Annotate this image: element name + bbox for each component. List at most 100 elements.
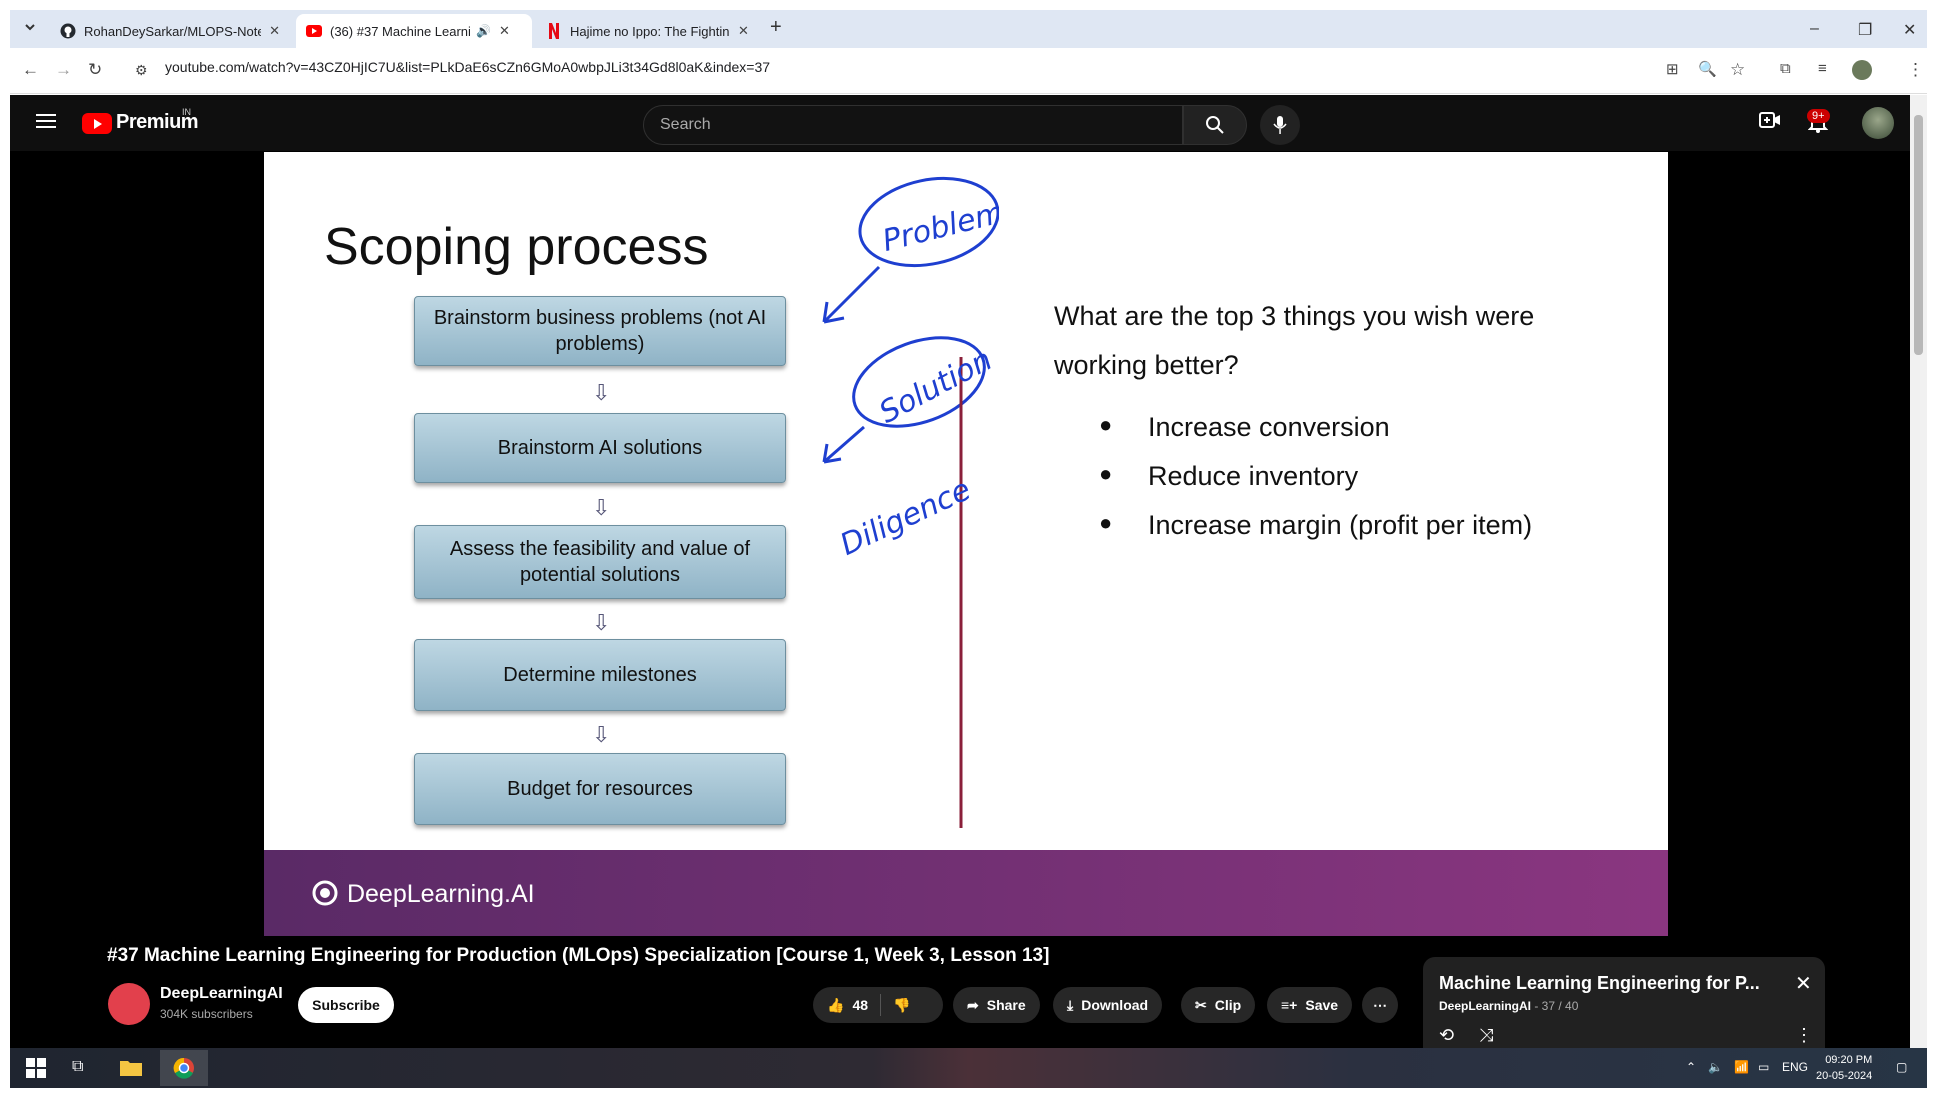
bullet-item: Reduce inventory — [1099, 461, 1532, 510]
tab-github[interactable]: RohanDeySarkar/MLOPS-Notes ✕ — [50, 14, 290, 48]
youtube-icon — [306, 23, 322, 39]
language-indicator[interactable]: ENG — [1782, 1060, 1808, 1074]
clip-label: Clip — [1214, 997, 1242, 1013]
navigation-bar: ← → ↻ ⚙ youtube.com/watch?v=43CZ0HjIC7U&… — [10, 48, 1927, 94]
windows-start-icon[interactable] — [26, 1058, 46, 1083]
hamburger-menu-icon[interactable] — [36, 113, 56, 134]
create-video-icon[interactable] — [1759, 111, 1781, 134]
slide-bullet-list: Increase conversion Reduce inventory Inc… — [1099, 412, 1532, 559]
save-label: Save — [1305, 997, 1339, 1013]
tab-title: (36) #37 Machine Learning — [330, 23, 470, 39]
like-count: 48 — [852, 997, 869, 1013]
down-arrow-icon: ⇩ — [592, 495, 611, 520]
close-icon[interactable]: ✕ — [738, 23, 749, 39]
close-icon[interactable]: ✕ — [269, 23, 280, 39]
like-dislike-button[interactable]: 👍 48 👎 — [813, 987, 943, 1023]
channel-name[interactable]: DeepLearningAI — [160, 985, 283, 1003]
down-arrow-icon: ⇩ — [592, 722, 611, 747]
account-avatar[interactable] — [1862, 107, 1894, 139]
notification-badge: 9+ — [1807, 109, 1830, 123]
annotation-diligence: Diligence — [835, 472, 976, 563]
window-close-icon[interactable]: ✕ — [1903, 20, 1916, 40]
new-tab-icon[interactable]: + — [770, 16, 782, 39]
playlist-channel[interactable]: DeepLearningAI — [1439, 999, 1531, 1013]
thumbs-down-icon[interactable]: 👎 — [893, 997, 910, 1014]
download-icon: ⤓ — [1067, 996, 1074, 1013]
notification-center-icon[interactable]: ▢ — [1896, 1060, 1907, 1074]
voice-search-button[interactable] — [1260, 105, 1300, 145]
share-label: Share — [986, 997, 1026, 1013]
video-player[interactable]: Scoping process Brainstorm business prob… — [264, 152, 1668, 936]
bookmark-star-icon[interactable]: ☆ — [1730, 60, 1745, 80]
tab-search-icon[interactable] — [24, 20, 36, 38]
windows-taskbar: ⧉ ⌃ 🔈 📶 ▭ ENG 09:20 PM 20-05-2024 ▢ — [10, 1048, 1927, 1088]
process-step-3: Assess the feasibility and value of pote… — [414, 525, 786, 599]
browser-window: RohanDeySarkar/MLOPS-Notes ✕ (36) #37 Ma… — [0, 0, 1937, 1097]
netflix-icon — [546, 23, 562, 39]
playlist-title[interactable]: Machine Learning Engineering for P... — [1439, 973, 1760, 994]
clip-button[interactable]: ✂ Clip — [1181, 987, 1256, 1023]
menu-kebab-icon[interactable]: ⋮ — [1907, 60, 1924, 80]
subscribe-button[interactable]: Subscribe — [298, 987, 394, 1023]
close-playlist-icon[interactable]: ✕ — [1795, 971, 1812, 996]
back-icon[interactable]: ← — [22, 60, 39, 80]
reload-icon[interactable]: ↻ — [88, 60, 102, 80]
share-button[interactable]: ➦ Share — [953, 987, 1040, 1023]
deeplearning-logo-icon — [312, 880, 338, 906]
speaker-icon[interactable]: 🔊 — [476, 24, 491, 38]
shuffle-icon[interactable]: ⤨ — [1479, 1025, 1493, 1046]
down-arrow-icon: ⇩ — [592, 380, 611, 405]
scrollbar-thumb[interactable] — [1914, 115, 1923, 355]
loop-icon[interactable]: ⟲ — [1439, 1025, 1454, 1046]
download-label: Download — [1081, 997, 1149, 1013]
zoom-icon[interactable]: 🔍 — [1698, 60, 1717, 78]
site-info-icon[interactable]: ⚙ — [135, 62, 148, 79]
playlist-panel: Machine Learning Engineering for P... De… — [1423, 957, 1825, 1055]
battery-icon[interactable]: ▭ — [1758, 1060, 1769, 1074]
address-bar[interactable]: youtube.com/watch?v=43CZ0HjIC7U&list=PLk… — [165, 59, 770, 75]
search-input[interactable]: Search — [643, 105, 1183, 145]
bullet-item: Increase margin (profit per item) — [1099, 510, 1532, 559]
close-icon[interactable]: ✕ — [499, 23, 510, 39]
playlist-menu-icon[interactable]: ⋮ — [1795, 1025, 1813, 1046]
wifi-icon[interactable]: 📶 — [1734, 1060, 1749, 1074]
divider — [880, 994, 882, 1016]
install-app-icon[interactable]: ⊞ — [1666, 60, 1679, 78]
scissors-icon: ✂ — [1195, 996, 1207, 1013]
bullet-item: Increase conversion — [1099, 412, 1532, 461]
file-explorer-icon[interactable] — [120, 1058, 142, 1081]
save-button[interactable]: ≡+ Save — [1267, 987, 1353, 1023]
deeplearning-brand-text: DeepLearning.AI — [346, 880, 535, 908]
chrome-taskbar-icon[interactable] — [160, 1050, 208, 1086]
restore-icon[interactable]: ❐ — [1858, 20, 1872, 40]
tray-chevron-icon[interactable]: ⌃ — [1686, 1060, 1696, 1074]
microphone-icon — [1273, 116, 1287, 134]
youtube-header: Premium IN Search 9+ — [10, 95, 1910, 151]
media-control-icon[interactable]: ≡ — [1818, 60, 1827, 77]
process-step-5: Budget for resources — [414, 753, 786, 825]
search-button[interactable] — [1183, 105, 1247, 145]
task-view-icon[interactable]: ⧉ — [72, 1058, 83, 1076]
volume-icon[interactable]: 🔈 — [1708, 1060, 1723, 1074]
tab-title: Hajime no Ippo: The Fighting! - — [570, 23, 730, 39]
tab-netflix[interactable]: Hajime no Ippo: The Fighting! - ✕ — [536, 14, 766, 48]
youtube-page: Premium IN Search 9+ Scoping process Bra… — [10, 95, 1910, 1055]
forward-icon[interactable]: → — [55, 60, 72, 80]
youtube-logo-icon[interactable] — [82, 113, 112, 134]
profile-avatar[interactable] — [1852, 60, 1872, 80]
down-arrow-icon: ⇩ — [592, 610, 611, 635]
thumbs-up-icon[interactable]: 👍 — [827, 997, 844, 1014]
download-button[interactable]: ⤓ Download — [1053, 987, 1163, 1023]
page-scrollbar[interactable] — [1910, 95, 1927, 1055]
system-clock[interactable]: 09:20 PM 20-05-2024 — [1816, 1052, 1872, 1084]
minimize-icon[interactable]: – — [1810, 20, 1819, 38]
tab-title: RohanDeySarkar/MLOPS-Notes — [84, 23, 262, 39]
deeplearning-logo: DeepLearning.AI — [312, 880, 535, 909]
handwritten-annotations: Problem Solution Diligence — [822, 176, 999, 828]
channel-avatar[interactable] — [108, 983, 150, 1025]
tab-youtube[interactable]: (36) #37 Machine Learning 🔊 ✕ — [296, 14, 532, 48]
video-title: #37 Machine Learning Engineering for Pro… — [107, 945, 1050, 966]
extensions-icon[interactable]: ⧉ — [1780, 60, 1791, 77]
more-actions-button[interactable]: ⋯ — [1362, 987, 1398, 1023]
slide-question: What are the top 3 things you wish were … — [1054, 301, 1535, 380]
